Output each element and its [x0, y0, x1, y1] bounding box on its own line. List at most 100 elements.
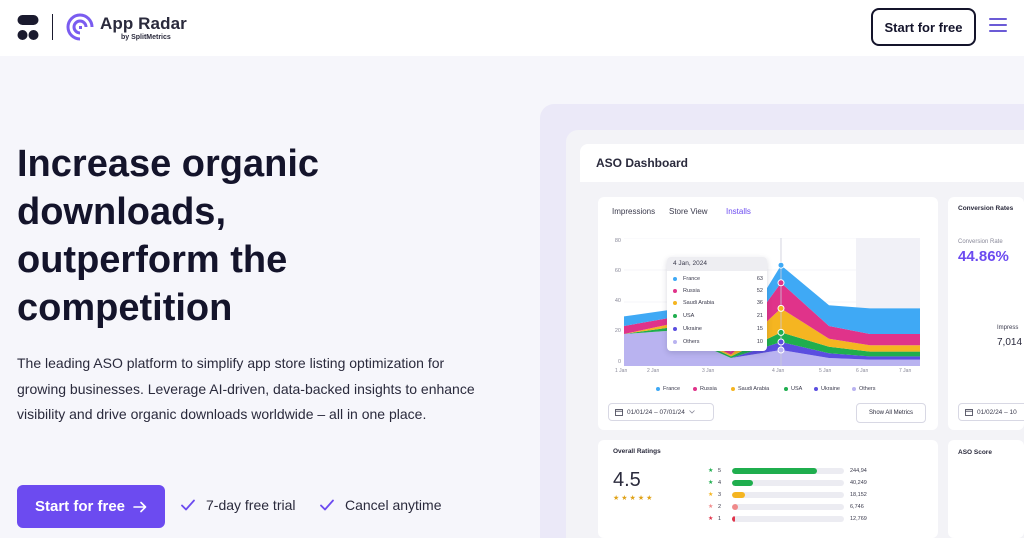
legend-item-saudi-arabia[interactable]: Saudi Arabia	[731, 386, 769, 392]
hover-point	[777, 328, 785, 336]
tooltip-label: Saudi Arabia	[683, 300, 715, 306]
rating-count: 244,94	[850, 467, 867, 474]
star-icon: ★	[708, 492, 714, 498]
hover-point	[777, 304, 785, 312]
conversion-value: 44.86%	[958, 248, 1009, 265]
check-icon	[181, 499, 195, 511]
hamburger-menu-icon[interactable]	[989, 18, 1007, 34]
check-icon	[320, 499, 334, 511]
tooltip-label: Others	[683, 339, 700, 345]
calendar-icon	[965, 409, 973, 416]
chevron-down-icon	[689, 410, 695, 414]
brand-name[interactable]: App Radar	[100, 14, 187, 34]
y-tick-label: 40	[614, 298, 621, 304]
hover-point	[777, 279, 785, 287]
legend-dot	[673, 314, 677, 318]
hero-title-line: downloads,	[17, 191, 226, 233]
header-start-free-button[interactable]: Start for free	[871, 8, 976, 46]
brand-subtitle: by SplitMetrics	[121, 34, 171, 41]
conversion-panel	[948, 197, 1024, 430]
date-range-label: 01/01/24 – 07/01/24	[627, 408, 685, 416]
legend-label: Ukraine	[821, 386, 840, 392]
x-tick-label: 7 Jan	[899, 368, 912, 374]
legend-label: Others	[859, 386, 876, 392]
rating-bar-fill	[732, 467, 818, 474]
date-range-picker[interactable]: 01/01/24 – 07/01/24	[608, 403, 714, 421]
rating-bar	[732, 479, 844, 486]
rating-row-5-star: ★ 5 244,94	[708, 466, 867, 475]
rating-bar	[732, 503, 844, 510]
top-navbar: App Radar by SplitMetrics Start for free	[0, 0, 1024, 56]
conversion-date-picker[interactable]: 01/02/24 – 10	[958, 403, 1024, 421]
rating-star-count: 4	[718, 479, 722, 486]
legend-label: USA	[791, 386, 803, 392]
perk-label: Cancel anytime	[345, 497, 442, 513]
rating-count: 18,152	[850, 491, 867, 498]
tooltip-date: 4 Jan, 2024	[667, 257, 767, 271]
y-tick-label: 80	[614, 238, 621, 244]
perk-cancel-anytime: Cancel anytime	[319, 497, 442, 513]
star-icon: ★	[708, 504, 714, 510]
impressions-value: 7,014	[997, 337, 1023, 348]
tooltip-label: France	[683, 276, 701, 282]
tooltip-value: 15	[756, 326, 763, 332]
rating-star-count: 5	[718, 467, 722, 474]
tooltip-label: Russia	[683, 288, 700, 294]
ratings-title: Overall Ratings	[613, 448, 661, 455]
rating-stars-icon: ★★★★★	[613, 495, 655, 502]
hero-title-line: Increase organic	[17, 143, 320, 185]
legend-item-russia[interactable]: Russia	[693, 386, 717, 392]
tooltip-value: 52	[756, 288, 763, 294]
rating-bar-fill	[732, 515, 736, 522]
rating-star-count: 2	[718, 503, 722, 510]
app-radar-logo-icon[interactable]	[66, 13, 94, 41]
rating-count: 6,746	[850, 503, 864, 510]
conversion-title: Conversion Rates	[958, 205, 1014, 212]
rating-count: 40,249	[850, 479, 867, 486]
impressions-label: Impress	[997, 325, 1019, 331]
rating-row-3-star: ★ 3 18,152	[708, 490, 867, 499]
x-tick-label: 3 Jan	[702, 368, 715, 374]
hero-cta-label: Start for free	[34, 498, 126, 515]
date-range-label: 01/02/24 – 10	[977, 408, 1017, 416]
star-icon: ★	[708, 468, 714, 474]
chart-tooltip: 4 Jan, 2024 France 63 Russia 52 Saudi Ar…	[667, 257, 767, 351]
rating-row-2-star: ★ 2 6,746	[708, 502, 864, 511]
rating-row-1-star: ★ 1 12,769	[708, 514, 867, 523]
tooltip-value: 10	[756, 339, 763, 345]
tooltip-row-ukraine: Ukraine 15	[673, 324, 763, 334]
hover-point	[777, 261, 785, 269]
tab-store-view[interactable]: Store View	[669, 207, 708, 216]
legend-label: Saudi Arabia	[738, 386, 770, 392]
tooltip-label: Ukraine	[683, 326, 702, 332]
tooltip-value: 63	[756, 276, 763, 282]
x-tick-label: 5 Jan	[819, 368, 832, 374]
hero-start-free-button[interactable]: Start for free	[17, 485, 165, 528]
rating-bar-fill	[732, 491, 746, 498]
show-all-metrics-button[interactable]: Show All Metrics	[856, 403, 926, 423]
tab-impressions[interactable]: Impressions	[612, 207, 655, 216]
tab-installs[interactable]: Installs	[726, 207, 751, 216]
hover-point	[777, 338, 785, 346]
conversion-label: Conversion Rate	[958, 239, 1003, 245]
x-tick-label: 2 Jan	[647, 368, 660, 374]
star-icon: ★	[708, 480, 714, 486]
legend-dot	[673, 301, 677, 305]
legend-item-france[interactable]: France	[656, 386, 680, 392]
aso-score-title: ASO Score	[958, 449, 992, 456]
rating-star-count: 3	[718, 491, 722, 498]
splitmetrics-logo-icon[interactable]	[17, 14, 39, 42]
legend-item-others[interactable]: Others	[852, 386, 876, 392]
tooltip-row-saudi-arabia: Saudi Arabia 36	[673, 298, 763, 308]
rating-row-4-star: ★ 4 40,249	[708, 478, 867, 487]
rating-bar-fill	[732, 479, 754, 486]
rating-bar	[732, 491, 844, 498]
logo-divider	[52, 14, 53, 40]
perk-free-trial: 7-day free trial	[180, 497, 295, 513]
rating-star-count: 1	[718, 515, 722, 522]
x-tick-label: 4 Jan	[772, 368, 785, 374]
legend-item-usa[interactable]: USA	[784, 386, 802, 392]
legend-label: Russia	[700, 386, 717, 392]
legend-item-ukraine[interactable]: Ukraine	[814, 386, 840, 392]
y-tick-label: 0	[617, 359, 621, 365]
